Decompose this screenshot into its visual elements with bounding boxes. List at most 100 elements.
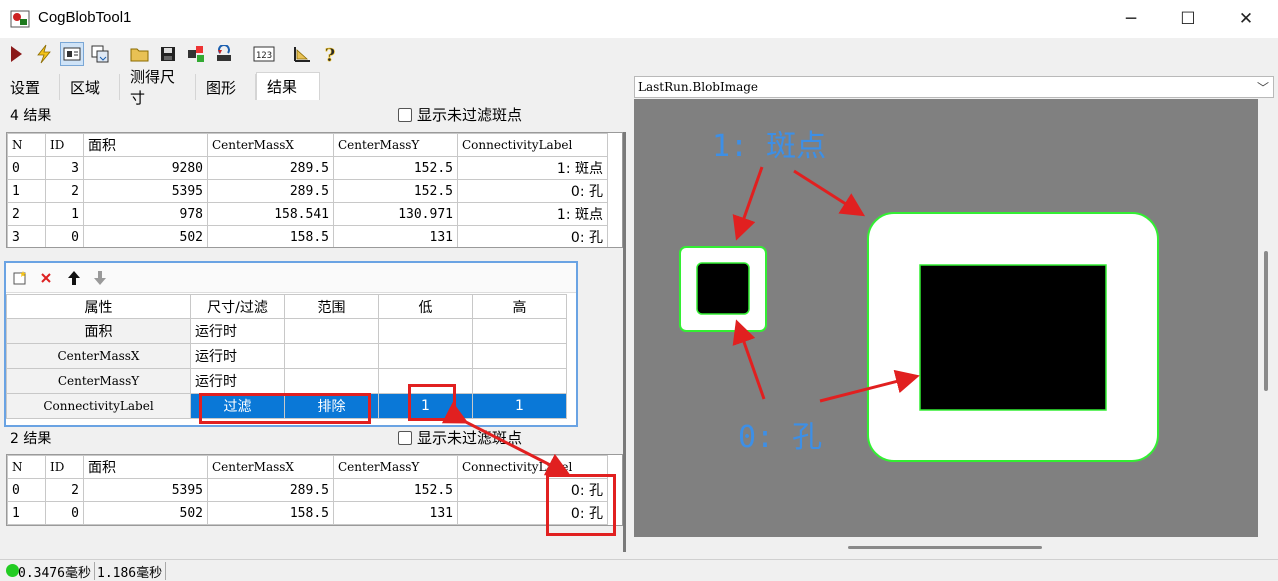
col-header-property[interactable]: 属性: [6, 294, 191, 319]
filter-mode[interactable]: 运行时: [190, 368, 285, 394]
tab-region[interactable]: 区域: [60, 74, 120, 100]
image-display[interactable]: 1: 斑点 0: 孔: [634, 99, 1258, 537]
col-header-n[interactable]: N: [7, 133, 46, 157]
filter-low[interactable]: [378, 318, 473, 344]
col-header-centermassy[interactable]: CenterMassY: [333, 133, 458, 157]
col-header-centermassx[interactable]: CenterMassX: [207, 455, 334, 479]
filter-high[interactable]: [472, 318, 567, 344]
col-header-id[interactable]: ID: [45, 455, 84, 479]
app-icon: [10, 9, 30, 29]
maximize-button[interactable]: ☐: [1160, 0, 1216, 38]
filter-range[interactable]: 排除: [284, 393, 379, 419]
cell-connectivitylabel: 1: 斑点: [457, 156, 608, 180]
numeric-display-icon[interactable]: 123: [252, 42, 276, 66]
col-header-range[interactable]: 范围: [284, 294, 379, 319]
col-header-n[interactable]: N: [7, 455, 46, 479]
checkbox-box[interactable]: [398, 107, 412, 122]
large-hole: [919, 264, 1107, 411]
filter-row[interactable]: 面积 运行时: [6, 318, 567, 344]
tab-graphics[interactable]: 图形: [196, 74, 256, 100]
scrollbar-thumb[interactable]: [1264, 251, 1268, 391]
tab-results[interactable]: 结果: [256, 72, 320, 100]
col-header-centermassx[interactable]: CenterMassX: [207, 133, 334, 157]
show-image-icon[interactable]: [60, 42, 84, 66]
minimize-button[interactable]: ─: [1103, 0, 1159, 38]
close-button[interactable]: ✕: [1218, 0, 1274, 38]
cell-centermassx: 158.541: [207, 202, 334, 226]
help-icon[interactable]: ?: [318, 42, 342, 66]
col-header-low[interactable]: 低: [378, 294, 473, 319]
image-selector-dropdown[interactable]: LastRun.BlobImage ﹀: [634, 76, 1274, 98]
col-header-size-filter[interactable]: 尺寸/过滤: [190, 294, 285, 319]
horizontal-scrollbar-thumb[interactable]: [848, 546, 1042, 549]
filter-low[interactable]: [378, 343, 473, 369]
cell-area: 978: [83, 202, 208, 226]
filter-row-selected[interactable]: ConnectivityLabel 过滤 排除 1 1: [6, 393, 567, 419]
cell-id: 1: [45, 202, 84, 226]
filter-mode[interactable]: 运行时: [190, 343, 285, 369]
local-graphics-icon[interactable]: [88, 42, 112, 66]
filter-toolbar: [6, 263, 576, 293]
cell-connectivitylabel: 1: 斑点: [457, 202, 608, 226]
filter-mode[interactable]: 过滤: [190, 393, 285, 419]
move-down-icon[interactable]: [88, 266, 112, 290]
filter-low[interactable]: 1: [378, 393, 473, 419]
toolbar: 123 ?: [0, 38, 632, 72]
table-row[interactable]: 0 2 5395 289.5 152.5 0: 孔: [7, 478, 608, 502]
col-header-area[interactable]: 面积: [83, 133, 208, 157]
delete-icon[interactable]: [34, 266, 58, 290]
cell-centermassx: 158.5: [207, 225, 334, 247]
col-header-centermassy[interactable]: CenterMassY: [333, 455, 458, 479]
col-header-id[interactable]: ID: [45, 133, 84, 157]
filter-mode[interactable]: 运行时: [190, 318, 285, 344]
show-unfiltered-checkbox[interactable]: 显示未过滤斑点: [398, 104, 522, 125]
cell-centermassx: 289.5: [207, 478, 334, 502]
table-row[interactable]: 2 1 978 158.541 130.971 1: 斑点: [7, 202, 608, 226]
arrow-to-large-blob: [793, 169, 866, 217]
new-filter-icon[interactable]: [8, 266, 32, 290]
table-row[interactable]: 1 2 5395 289.5 152.5 0: 孔: [7, 179, 608, 203]
open-folder-icon[interactable]: [128, 42, 152, 66]
cell-area: 502: [83, 501, 208, 525]
filter-range[interactable]: [284, 343, 379, 369]
filter-low[interactable]: [378, 368, 473, 394]
image-selector-value: LastRun.BlobImage: [638, 80, 759, 94]
reset-icon[interactable]: [212, 42, 236, 66]
vertical-scrollbar[interactable]: [1258, 99, 1274, 537]
export-icon[interactable]: [184, 42, 208, 66]
table-row[interactable]: 0 3 9280 289.5 152.5 1: 斑点: [7, 156, 608, 180]
col-header-connectivitylabel[interactable]: ConnectivityLabel: [457, 133, 608, 157]
move-up-icon[interactable]: [62, 266, 86, 290]
filter-row[interactable]: CenterMassX 运行时: [6, 343, 567, 369]
run-icon[interactable]: [4, 42, 28, 66]
cell-centermassx: 289.5: [207, 156, 334, 180]
save-icon[interactable]: [156, 42, 180, 66]
electric-run-icon[interactable]: [32, 42, 56, 66]
cell-id: 2: [45, 478, 84, 502]
filter-row[interactable]: CenterMassY 运行时: [6, 368, 567, 394]
cell-id: 3: [45, 156, 84, 180]
tab-measurements[interactable]: 测得尺寸: [120, 68, 196, 107]
checkbox-box[interactable]: [398, 430, 412, 445]
filter-high[interactable]: [472, 343, 567, 369]
cell-centermassy: 131: [333, 225, 458, 247]
col-header-area[interactable]: 面积: [83, 455, 208, 479]
show-unfiltered-checkbox[interactable]: 显示未过滤斑点: [398, 427, 522, 448]
small-hole: [696, 262, 750, 315]
results-count-label: 2 结果: [10, 431, 52, 447]
filter-property: CenterMassX: [6, 343, 191, 369]
filter-range[interactable]: [284, 368, 379, 394]
col-header-high[interactable]: 高: [472, 294, 567, 319]
panel-splitter[interactable]: [623, 132, 626, 552]
filter-high[interactable]: 1: [472, 393, 567, 419]
cell-centermassy: 130.971: [333, 202, 458, 226]
table-row[interactable]: 1 0 502 158.5 131 0: 孔: [7, 501, 608, 525]
table-row[interactable]: 3 0 502 158.5 131 0: 孔: [7, 225, 608, 247]
measure-icon[interactable]: [290, 42, 314, 66]
filter-range[interactable]: [284, 318, 379, 344]
tab-settings[interactable]: 设置: [0, 74, 60, 100]
cell-id: 0: [45, 501, 84, 525]
filter-high[interactable]: [472, 368, 567, 394]
col-header-connectivitylabel[interactable]: ConnectivityLabel: [457, 455, 608, 479]
svg-text:123: 123: [256, 51, 272, 61]
